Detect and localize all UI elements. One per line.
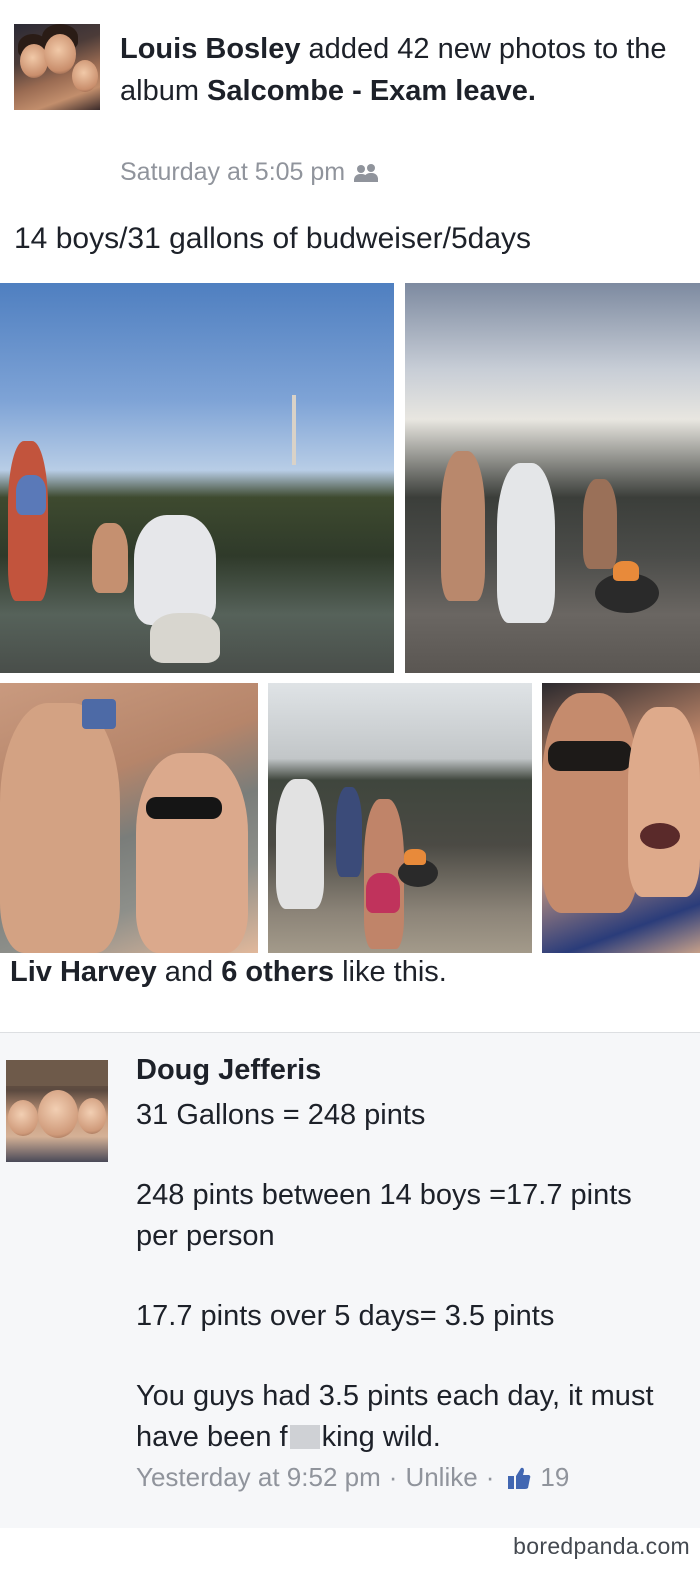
author-name-link[interactable]: Louis Bosley bbox=[120, 33, 301, 65]
comment-line: 31 Gallons = 248 pints bbox=[136, 1099, 426, 1131]
album-name-link[interactable]: Salcombe - Exam leave. bbox=[207, 75, 536, 107]
comment-timestamp[interactable]: Yesterday at 9:52 pm bbox=[136, 1462, 381, 1493]
likes-connector: and bbox=[156, 956, 222, 988]
post-headline: Louis Bosley added 42 new photos to the … bbox=[120, 28, 680, 112]
friends-icon bbox=[353, 163, 381, 183]
likes-summary: Liv Harvey and 6 others like this. bbox=[10, 956, 447, 989]
photo-1[interactable] bbox=[0, 283, 394, 673]
watermark-text: boredpanda.com bbox=[513, 1533, 690, 1559]
commenter-name-link[interactable]: Doug Jefferis bbox=[136, 1054, 321, 1087]
comment-meta: Yesterday at 9:52 pm · Unlike · 19 bbox=[136, 1462, 569, 1493]
like-count[interactable]: 19 bbox=[540, 1462, 569, 1493]
unlike-button[interactable]: Unlike bbox=[405, 1462, 477, 1493]
likes-suffix: like this. bbox=[334, 956, 447, 988]
meta-separator: · bbox=[485, 1462, 495, 1492]
censor-block bbox=[289, 1425, 320, 1449]
comment-line: 17.7 pints over 5 days= 3.5 pints bbox=[136, 1300, 555, 1332]
meta-separator: · bbox=[388, 1462, 398, 1492]
liker-name-link[interactable]: Liv Harvey bbox=[10, 956, 157, 988]
post-meta: Saturday at 5:05 pm bbox=[120, 158, 381, 187]
photo-4[interactable] bbox=[268, 683, 532, 953]
author-avatar[interactable] bbox=[14, 24, 100, 110]
post-timestamp[interactable]: Saturday at 5:05 pm bbox=[120, 158, 345, 187]
comment: Doug Jefferis 31 Gallons = 248 pints 248… bbox=[0, 1033, 700, 1528]
comment-line-last: You guys had 3.5 pints each day, it must… bbox=[136, 1376, 681, 1458]
post-caption: 14 boys/31 gallons of budweiser/5days bbox=[14, 222, 532, 255]
photo-5[interactable] bbox=[542, 683, 700, 953]
comment-text: 31 Gallons = 248 pints 248 pints between… bbox=[136, 1095, 681, 1497]
thumbs-up-icon bbox=[506, 1465, 532, 1491]
photo-grid bbox=[0, 283, 700, 953]
commenter-avatar[interactable] bbox=[6, 1060, 108, 1162]
photo-2[interactable] bbox=[405, 283, 700, 673]
comment-last-end: king wild. bbox=[321, 1421, 441, 1453]
comment-line: 248 pints between 14 boys =17.7 pints pe… bbox=[136, 1179, 632, 1252]
post-header: Louis Bosley added 42 new photos to the … bbox=[14, 24, 686, 194]
photo-3[interactable] bbox=[0, 683, 258, 953]
others-link[interactable]: 6 others bbox=[221, 956, 334, 988]
